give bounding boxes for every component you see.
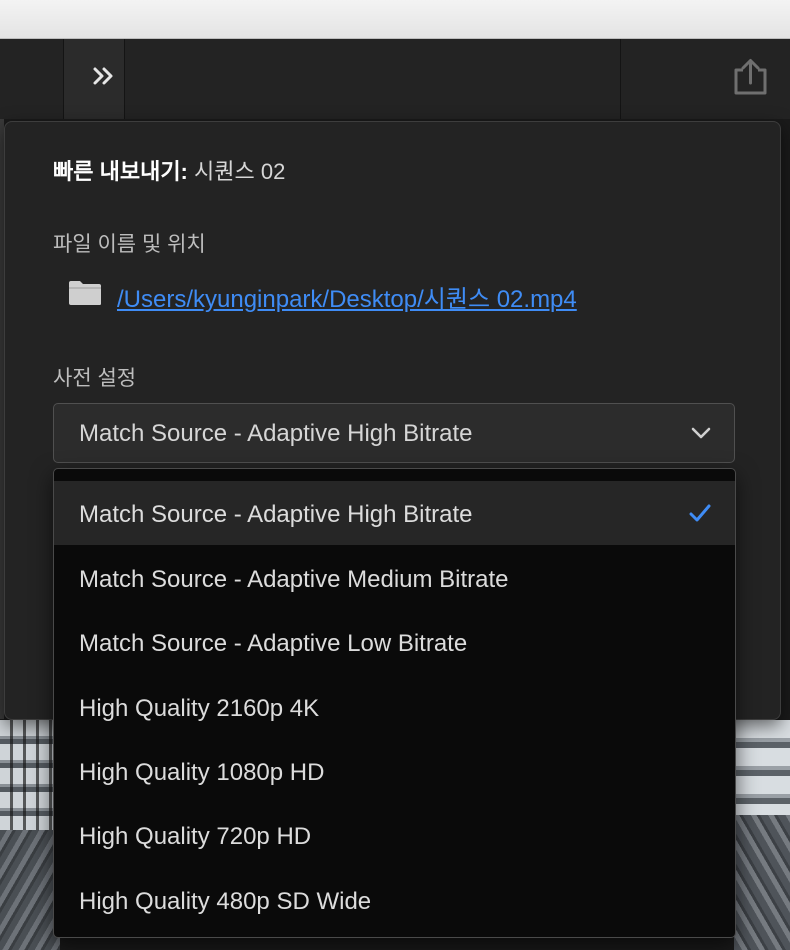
panel-title-label: 빠른 내보내기:: [53, 159, 188, 184]
preset-select-value: Match Source - Adaptive High Bitrate: [79, 420, 473, 447]
chevron-down-icon: [690, 424, 712, 442]
file-path-link[interactable]: /Users/kyunginpark/Desktop/시퀀스 02.mp4: [117, 279, 577, 314]
double-chevron-right-icon[interactable]: [84, 58, 124, 94]
preset-select[interactable]: Match Source - Adaptive High Bitrate: [53, 403, 735, 463]
background-video-frame: [734, 720, 790, 950]
preset-section-label: 사전 설정: [53, 367, 137, 390]
background-video-frame: [0, 720, 60, 950]
preset-option[interactable]: High Quality 2160p 4K: [54, 675, 735, 739]
share-export-icon[interactable]: [728, 56, 772, 98]
preset-option-label: High Quality 480p SD Wide: [79, 888, 372, 915]
preset-option[interactable]: High Quality 480p SD Wide: [54, 868, 735, 932]
preset-option-label: Match Source - Adaptive High Bitrate: [79, 501, 473, 528]
preset-option-label: Match Source - Adaptive Medium Bitrate: [79, 566, 509, 593]
preset-option[interactable]: Match Source - Adaptive Low Bitrate: [54, 610, 735, 674]
toolbar-divider: [620, 39, 621, 119]
preset-option[interactable]: High Quality 720p HD: [54, 803, 735, 867]
preset-option-label: High Quality 2160p 4K: [79, 695, 320, 722]
file-section-label: 파일 이름 및 위치: [53, 233, 206, 256]
preset-dropdown-list: Match Source - Adaptive High Bitrate Mat…: [53, 468, 736, 938]
preset-option[interactable]: Match Source - Adaptive Medium Bitrate: [54, 546, 735, 610]
toolbar-divider: [124, 39, 125, 119]
preset-option-label: High Quality 1080p HD: [79, 759, 325, 786]
panel-title: 빠른 내보내기: 시퀀스 02: [53, 154, 285, 186]
sequence-name: 시퀀스 02: [194, 159, 286, 184]
preset-option[interactable]: Match Source - Adaptive High Bitrate: [54, 481, 735, 545]
folder-icon: [68, 280, 102, 306]
window-top-strip: [0, 0, 790, 39]
checkmark-icon: [688, 503, 712, 523]
preset-option-label: High Quality 720p HD: [79, 823, 312, 850]
preset-option-label: Match Source - Adaptive Low Bitrate: [79, 630, 468, 657]
preset-option[interactable]: High Quality 1080p HD: [54, 739, 735, 803]
